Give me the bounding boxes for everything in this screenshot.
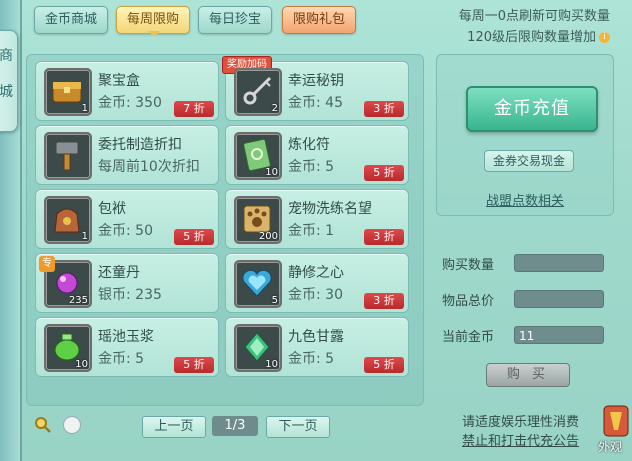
discount-badge: 3 折 [364, 101, 404, 117]
current-gold-label: 当前金币 [442, 330, 495, 345]
side-tab-char: 商 [0, 48, 13, 64]
item-price: 金币: 5 [288, 159, 335, 175]
item-name: 包袱 [98, 201, 126, 217]
voucher-trade-button[interactable]: 金券交易现金 [484, 150, 574, 172]
item-card[interactable]: 235 专 还童丹 银币: 235 [35, 253, 219, 313]
talisman-icon: 10 [234, 132, 282, 180]
item-name: 瑶池玉浆 [98, 329, 154, 345]
discount-badge: 7 折 [174, 101, 214, 117]
current-gold-field: 11 [514, 326, 604, 344]
active-tab-caret [148, 31, 160, 37]
discount-badge: 3 折 [364, 229, 404, 245]
item-card[interactable]: 10 炼化符 金币: 5 5 折 [225, 125, 409, 185]
side-tab-char: 城 [0, 84, 13, 100]
item-card[interactable]: 10 九色甘露 金币: 5 5 折 [225, 317, 409, 377]
toggle-dot-icon[interactable] [63, 416, 81, 434]
item-card[interactable]: 1 聚宝盒 金币: 350 7 折 [35, 61, 219, 121]
treasure-chest-icon: 1 [44, 68, 92, 116]
item-name: 炼化符 [288, 137, 330, 153]
item-name: 委托制造折扣 [98, 137, 182, 153]
item-name: 静修之心 [288, 265, 344, 281]
item-price: 金币: 5 [288, 351, 335, 367]
item-name: 九色甘露 [288, 329, 344, 345]
item-price: 金币: 45 [288, 95, 343, 111]
discount-badge: 5 折 [364, 165, 404, 181]
item-name: 聚宝盒 [98, 73, 140, 89]
discount-badge: 5 折 [174, 229, 214, 245]
bag-icon: 1 [44, 196, 92, 244]
hammer-icon [44, 132, 92, 180]
total-price-label: 物品总价 [442, 294, 495, 309]
side-tab-shop[interactable]: 商 城 [0, 30, 18, 132]
buy-button[interactable]: 购 买 [486, 363, 570, 387]
item-card[interactable]: 1 包袱 金币: 50 5 折 [35, 189, 219, 249]
item-price: 金币: 1 [288, 223, 335, 239]
item-price: 金币: 50 [98, 223, 153, 239]
next-page-button[interactable]: 下一页 [266, 416, 330, 438]
item-price: 金币: 30 [288, 287, 343, 303]
appearance-button[interactable]: 外观 [598, 400, 632, 461]
tab-gold-shop[interactable]: 金币商城 [34, 6, 108, 34]
discount-badge: 5 折 [174, 357, 214, 373]
total-price-field [514, 290, 604, 308]
item-name: 宠物洗练名望 [288, 201, 372, 217]
buy-qty-label: 购买数量 [442, 258, 495, 273]
item-card[interactable]: 200 宠物洗练名望 金币: 1 3 折 [225, 189, 409, 249]
notice-line: 每周一0点刷新可购买数量 [458, 9, 610, 24]
item-price: 金币: 5 [98, 351, 145, 367]
exclusive-tag: 专 [39, 256, 55, 272]
magnifier-icon[interactable] [34, 416, 52, 434]
dew-gem-icon: 10 [234, 324, 282, 372]
discount-badge: 5 折 [364, 357, 404, 373]
shop-window: 商 城 金币商城 每周限购 每日珍宝 限购礼包 每周一0点刷新可购买数量 120… [0, 0, 632, 461]
page-indicator: 1/3 [212, 416, 258, 436]
tab-daily-treasure[interactable]: 每日珍宝 [198, 6, 272, 34]
item-price: 银币: 235 [98, 287, 162, 303]
item-price: 金币: 350 [98, 95, 162, 111]
item-card[interactable]: 10 瑶池玉浆 金币: 5 5 折 [35, 317, 219, 377]
gold-recharge-button[interactable]: 金币充值 [466, 86, 598, 132]
play-responsibly-notice: 请适度娱乐理性消费 [462, 415, 580, 430]
item-card[interactable]: 5 静修之心 金币: 30 3 折 [225, 253, 409, 313]
item-card[interactable]: 奖励加码 2 幸运秘钥 金币: 45 3 折 [222, 56, 409, 121]
appearance-label: 外观 [598, 440, 623, 454]
refresh-notice: 每周一0点刷新可购买数量 120级后限购数量增加 i [440, 6, 610, 48]
heart-gem-icon: 5 [234, 260, 282, 308]
discount-badge: 3 折 [364, 293, 404, 309]
item-name: 幸运秘钥 [288, 73, 344, 89]
item-grid: 1 聚宝盒 金币: 350 7 折 奖励加码 2 幸运秘钥 金币: 45 3 折… [26, 54, 424, 406]
tab-weekly-limit[interactable]: 每周限购 [116, 6, 190, 34]
costume-icon [603, 405, 629, 437]
anti-proxy-recharge-link[interactable]: 禁止和打击代充公告 [462, 430, 579, 449]
tab-limited-gift[interactable]: 限购礼包 [282, 6, 356, 34]
buy-qty-input[interactable] [514, 254, 604, 272]
info-icon[interactable]: i [599, 32, 610, 43]
paw-scroll-icon: 200 [234, 196, 282, 244]
alliance-points-link[interactable]: 战盟点数相关 [486, 190, 564, 209]
item-card[interactable]: 委托制造折扣 每周前10次折扣 [35, 125, 219, 185]
prev-page-button[interactable]: 上一页 [142, 416, 206, 438]
key-icon: 2 [234, 68, 282, 116]
notice-line: 120级后限购数量增加 [467, 30, 596, 45]
jade-jar-icon: 10 [44, 324, 92, 372]
item-name: 还童丹 [98, 265, 140, 281]
item-price: 每周前10次折扣 [98, 159, 200, 175]
